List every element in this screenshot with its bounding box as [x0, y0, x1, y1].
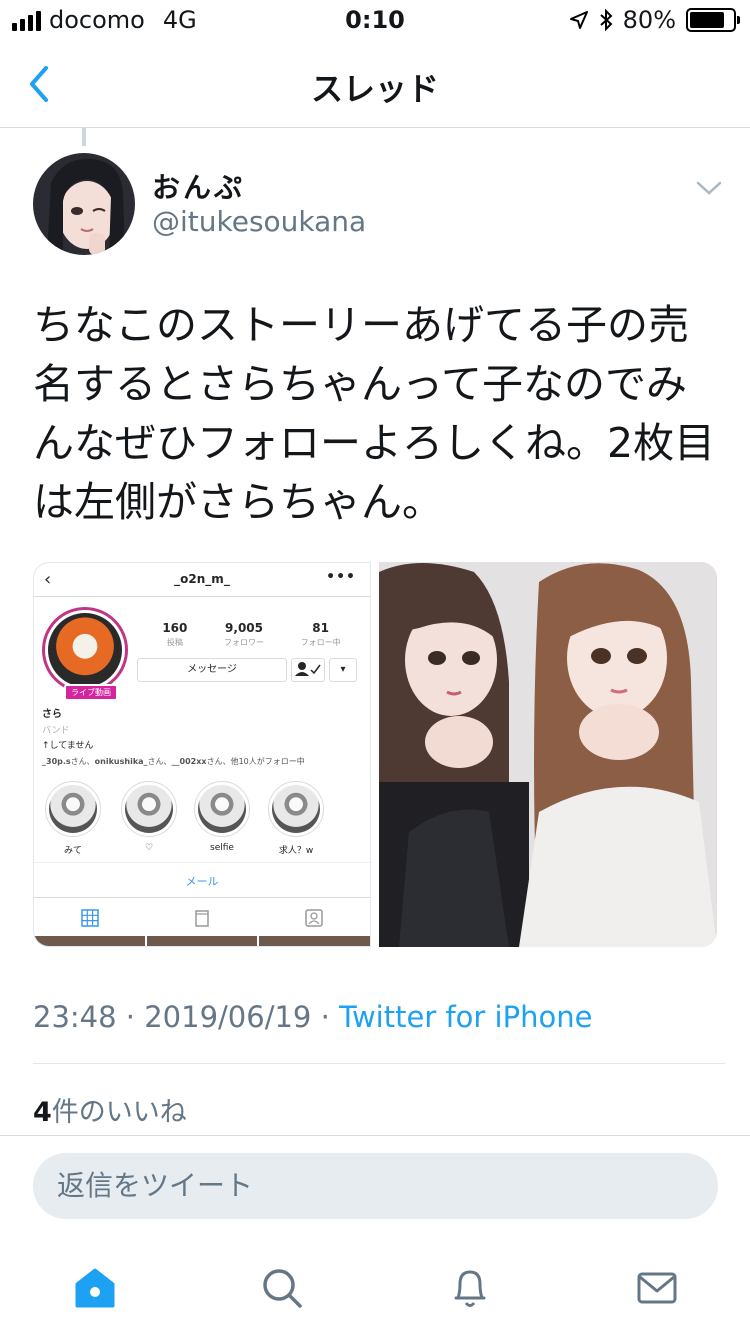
- ig-followed-by: _30p.sさん、onikushika_さん、__002xxさん、他10人がフォ…: [42, 756, 305, 767]
- ig-stat-followers: 9,005: [225, 621, 263, 635]
- envelope-icon: [637, 1272, 677, 1304]
- chevron-down-icon: [696, 181, 722, 195]
- page-title: スレッド: [310, 70, 439, 108]
- tweet-media: ‹ _o2n_m_ ••• ライブ動画 160 投稿 9,005 フォロワー 81 フ…: [33, 562, 718, 947]
- tab-messages[interactable]: [633, 1264, 681, 1312]
- likes-number: 4: [33, 1097, 52, 1128]
- likes-count[interactable]: 4件のいいね: [33, 1090, 187, 1129]
- embedded-profile-screenshot: ‹ _o2n_m_ ••• ライブ動画 160 投稿 9,005 フォロワー 81 フ…: [34, 563, 370, 946]
- ig-highlight: ♡: [120, 781, 178, 853]
- ig-san-3: さん、: [206, 757, 231, 766]
- tweet-source-link[interactable]: Twitter for iPhone: [339, 1000, 592, 1034]
- meta-separator: ·: [320, 1000, 330, 1034]
- ig-message-button: メッセージ: [137, 658, 287, 682]
- battery-icon: [686, 8, 740, 32]
- tweet-timestamp: 23:48 · 2019/06/19 · Twitter for iPhone: [33, 1000, 592, 1034]
- ig-username: _o2n_m_: [174, 572, 230, 586]
- ig-highlight-label: selfie: [210, 843, 234, 853]
- author-display-name[interactable]: おんぷ: [152, 166, 245, 206]
- divider: [33, 1063, 725, 1064]
- avatar-image: [33, 153, 135, 255]
- status-bar: docomo 4G 0:10 80%: [0, 0, 750, 40]
- ig-stat-posts: 160: [162, 621, 188, 635]
- tab-bar: [0, 1240, 750, 1334]
- meta-separator: ·: [125, 1000, 136, 1034]
- tweet-menu-button[interactable]: [694, 176, 724, 200]
- tab-home[interactable]: [71, 1264, 119, 1312]
- ig-following-icon: [291, 658, 325, 682]
- ig-highlight: 求人？w: [267, 781, 325, 856]
- nav-bar: スレッド: [0, 40, 750, 128]
- bell-icon: [454, 1270, 486, 1307]
- tweet-time: 23:48: [33, 1000, 117, 1034]
- ig-stat-followers-label: フォロワー: [224, 638, 265, 647]
- grid-icon: [81, 908, 99, 927]
- search-icon: [263, 1269, 302, 1308]
- igtv-icon: [195, 909, 209, 927]
- ig-highlight: selfie: [193, 781, 251, 853]
- ig-follower-rest: 他10人がフォロー中: [230, 757, 305, 766]
- ig-avatar: [42, 607, 128, 693]
- thread-connector: [82, 128, 86, 146]
- ig-grid-preview: [34, 936, 370, 946]
- tweet-date: 2019/06/19: [144, 1000, 312, 1034]
- tweet-text: ちなこのストーリーあげてる子の売名するとさらちゃんって子なのでみんなぜひフォロー…: [33, 301, 716, 526]
- author-username[interactable]: @itukesoukana: [152, 205, 366, 238]
- ig-stat-following: 81: [312, 621, 329, 635]
- ig-highlight: みて: [44, 781, 102, 856]
- divider: [0, 1135, 750, 1136]
- ig-bio: ↑してません: [42, 741, 94, 751]
- likes-label: 件のいいね: [51, 1097, 187, 1128]
- media-image-2[interactable]: [379, 562, 717, 947]
- ig-follower-3: __002xx: [171, 757, 207, 766]
- ig-stat-following-label: フォロー中: [300, 638, 341, 647]
- bluetooth-icon: [599, 9, 613, 31]
- home-icon: [75, 1268, 115, 1308]
- ig-mail-button: メール: [34, 862, 370, 889]
- ig-follower-1: _30p.s: [42, 757, 71, 766]
- ig-highlight-label: 求人？w: [278, 846, 314, 856]
- ig-san-1: さん、: [70, 757, 95, 766]
- ig-name: さら: [42, 709, 62, 720]
- ig-highlight-label: ♡: [144, 843, 154, 853]
- ig-stat-posts-label: 投稿: [166, 638, 183, 647]
- ig-highlight-label: みて: [63, 846, 82, 856]
- ig-san-2: さん、: [147, 757, 172, 766]
- ig-dropdown-icon: ▾: [329, 658, 357, 682]
- location-arrow-icon: [569, 11, 588, 29]
- ig-stats: 160 投稿 9,005 フォロワー 81 フォロー中: [144, 621, 359, 648]
- ig-live-badge: ライブ動画: [64, 684, 118, 701]
- avatar[interactable]: [33, 153, 135, 255]
- photo-two-girls: [379, 562, 717, 947]
- media-image-1[interactable]: ‹ _o2n_m_ ••• ライブ動画 160 投稿 9,005 フォロワー 81 フ…: [33, 562, 371, 947]
- tab-search[interactable]: [258, 1264, 306, 1312]
- ig-category: バンド: [42, 726, 70, 736]
- tab-notifications[interactable]: [446, 1264, 494, 1312]
- reply-input[interactable]: 返信をツイート: [33, 1153, 718, 1219]
- ig-more-icon: •••: [326, 569, 356, 585]
- ig-tabs: [34, 897, 370, 937]
- tagged-icon: [305, 908, 323, 927]
- battery-percent: 80%: [622, 6, 676, 34]
- ig-follower-2: onikushika_: [94, 757, 148, 766]
